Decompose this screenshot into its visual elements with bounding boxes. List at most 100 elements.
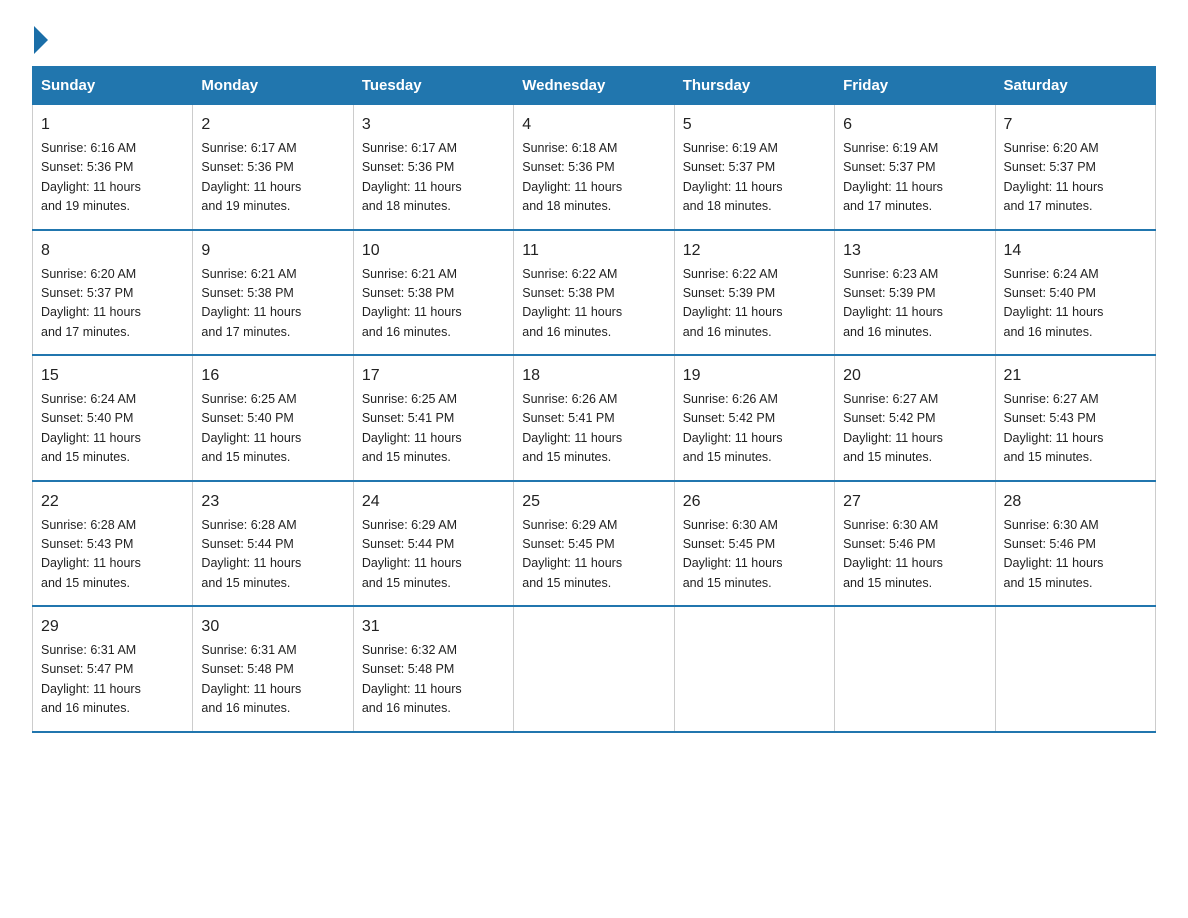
day-number: 2 [201, 113, 344, 137]
day-number: 27 [843, 490, 986, 514]
day-info: Sunrise: 6:22 AMSunset: 5:39 PMDaylight:… [683, 265, 826, 343]
day-info: Sunrise: 6:25 AMSunset: 5:40 PMDaylight:… [201, 390, 344, 468]
calendar-cell: 12Sunrise: 6:22 AMSunset: 5:39 PMDayligh… [674, 230, 834, 356]
calendar-cell: 6Sunrise: 6:19 AMSunset: 5:37 PMDaylight… [835, 105, 995, 230]
day-info: Sunrise: 6:27 AMSunset: 5:42 PMDaylight:… [843, 390, 986, 468]
day-info: Sunrise: 6:22 AMSunset: 5:38 PMDaylight:… [522, 265, 665, 343]
calendar-cell: 4Sunrise: 6:18 AMSunset: 5:36 PMDaylight… [514, 105, 674, 230]
day-info: Sunrise: 6:19 AMSunset: 5:37 PMDaylight:… [843, 139, 986, 217]
calendar-week-2: 8Sunrise: 6:20 AMSunset: 5:37 PMDaylight… [33, 230, 1156, 356]
calendar-cell: 16Sunrise: 6:25 AMSunset: 5:40 PMDayligh… [193, 355, 353, 481]
calendar-cell: 9Sunrise: 6:21 AMSunset: 5:38 PMDaylight… [193, 230, 353, 356]
day-number: 6 [843, 113, 986, 137]
header-cell-tuesday: Tuesday [353, 67, 513, 105]
calendar-body: 1Sunrise: 6:16 AMSunset: 5:36 PMDaylight… [33, 105, 1156, 732]
day-number: 17 [362, 364, 505, 388]
day-info: Sunrise: 6:30 AMSunset: 5:46 PMDaylight:… [843, 516, 986, 594]
day-number: 3 [362, 113, 505, 137]
day-number: 9 [201, 239, 344, 263]
day-info: Sunrise: 6:30 AMSunset: 5:45 PMDaylight:… [683, 516, 826, 594]
day-number: 18 [522, 364, 665, 388]
calendar-week-3: 15Sunrise: 6:24 AMSunset: 5:40 PMDayligh… [33, 355, 1156, 481]
logo-arrow-icon [34, 26, 48, 54]
calendar-cell: 8Sunrise: 6:20 AMSunset: 5:37 PMDaylight… [33, 230, 193, 356]
day-number: 8 [41, 239, 184, 263]
day-info: Sunrise: 6:32 AMSunset: 5:48 PMDaylight:… [362, 641, 505, 719]
calendar-cell [995, 606, 1155, 732]
day-number: 11 [522, 239, 665, 263]
calendar-cell: 27Sunrise: 6:30 AMSunset: 5:46 PMDayligh… [835, 481, 995, 607]
header-cell-saturday: Saturday [995, 67, 1155, 105]
calendar-cell [674, 606, 834, 732]
day-info: Sunrise: 6:24 AMSunset: 5:40 PMDaylight:… [41, 390, 184, 468]
day-info: Sunrise: 6:25 AMSunset: 5:41 PMDaylight:… [362, 390, 505, 468]
day-info: Sunrise: 6:26 AMSunset: 5:42 PMDaylight:… [683, 390, 826, 468]
day-info: Sunrise: 6:19 AMSunset: 5:37 PMDaylight:… [683, 139, 826, 217]
calendar-week-5: 29Sunrise: 6:31 AMSunset: 5:47 PMDayligh… [33, 606, 1156, 732]
calendar-cell: 19Sunrise: 6:26 AMSunset: 5:42 PMDayligh… [674, 355, 834, 481]
calendar-week-4: 22Sunrise: 6:28 AMSunset: 5:43 PMDayligh… [33, 481, 1156, 607]
calendar-cell: 5Sunrise: 6:19 AMSunset: 5:37 PMDaylight… [674, 105, 834, 230]
calendar-cell: 29Sunrise: 6:31 AMSunset: 5:47 PMDayligh… [33, 606, 193, 732]
calendar-cell: 26Sunrise: 6:30 AMSunset: 5:45 PMDayligh… [674, 481, 834, 607]
day-info: Sunrise: 6:29 AMSunset: 5:44 PMDaylight:… [362, 516, 505, 594]
header-cell-thursday: Thursday [674, 67, 834, 105]
day-number: 19 [683, 364, 826, 388]
day-info: Sunrise: 6:20 AMSunset: 5:37 PMDaylight:… [41, 265, 184, 343]
calendar-cell: 28Sunrise: 6:30 AMSunset: 5:46 PMDayligh… [995, 481, 1155, 607]
logo [32, 24, 48, 48]
header-cell-friday: Friday [835, 67, 995, 105]
day-info: Sunrise: 6:26 AMSunset: 5:41 PMDaylight:… [522, 390, 665, 468]
calendar-cell: 11Sunrise: 6:22 AMSunset: 5:38 PMDayligh… [514, 230, 674, 356]
day-number: 30 [201, 615, 344, 639]
day-info: Sunrise: 6:31 AMSunset: 5:48 PMDaylight:… [201, 641, 344, 719]
calendar-cell: 30Sunrise: 6:31 AMSunset: 5:48 PMDayligh… [193, 606, 353, 732]
day-number: 26 [683, 490, 826, 514]
calendar-cell: 31Sunrise: 6:32 AMSunset: 5:48 PMDayligh… [353, 606, 513, 732]
calendar-cell: 20Sunrise: 6:27 AMSunset: 5:42 PMDayligh… [835, 355, 995, 481]
calendar-cell: 13Sunrise: 6:23 AMSunset: 5:39 PMDayligh… [835, 230, 995, 356]
day-info: Sunrise: 6:31 AMSunset: 5:47 PMDaylight:… [41, 641, 184, 719]
day-number: 22 [41, 490, 184, 514]
calendar-cell: 25Sunrise: 6:29 AMSunset: 5:45 PMDayligh… [514, 481, 674, 607]
calendar-cell [514, 606, 674, 732]
day-info: Sunrise: 6:21 AMSunset: 5:38 PMDaylight:… [201, 265, 344, 343]
calendar-cell: 10Sunrise: 6:21 AMSunset: 5:38 PMDayligh… [353, 230, 513, 356]
day-number: 15 [41, 364, 184, 388]
calendar-week-1: 1Sunrise: 6:16 AMSunset: 5:36 PMDaylight… [33, 105, 1156, 230]
calendar-cell: 24Sunrise: 6:29 AMSunset: 5:44 PMDayligh… [353, 481, 513, 607]
day-info: Sunrise: 6:29 AMSunset: 5:45 PMDaylight:… [522, 516, 665, 594]
day-info: Sunrise: 6:16 AMSunset: 5:36 PMDaylight:… [41, 139, 184, 217]
day-info: Sunrise: 6:21 AMSunset: 5:38 PMDaylight:… [362, 265, 505, 343]
day-number: 28 [1004, 490, 1147, 514]
day-number: 20 [843, 364, 986, 388]
day-number: 24 [362, 490, 505, 514]
calendar-cell: 15Sunrise: 6:24 AMSunset: 5:40 PMDayligh… [33, 355, 193, 481]
day-info: Sunrise: 6:28 AMSunset: 5:44 PMDaylight:… [201, 516, 344, 594]
day-number: 4 [522, 113, 665, 137]
day-number: 5 [683, 113, 826, 137]
day-number: 12 [683, 239, 826, 263]
calendar-cell: 7Sunrise: 6:20 AMSunset: 5:37 PMDaylight… [995, 105, 1155, 230]
calendar-cell: 2Sunrise: 6:17 AMSunset: 5:36 PMDaylight… [193, 105, 353, 230]
day-info: Sunrise: 6:30 AMSunset: 5:46 PMDaylight:… [1004, 516, 1147, 594]
day-number: 23 [201, 490, 344, 514]
calendar-cell: 18Sunrise: 6:26 AMSunset: 5:41 PMDayligh… [514, 355, 674, 481]
header-cell-sunday: Sunday [33, 67, 193, 105]
calendar-cell: 14Sunrise: 6:24 AMSunset: 5:40 PMDayligh… [995, 230, 1155, 356]
day-info: Sunrise: 6:28 AMSunset: 5:43 PMDaylight:… [41, 516, 184, 594]
calendar-cell [835, 606, 995, 732]
calendar-cell: 21Sunrise: 6:27 AMSunset: 5:43 PMDayligh… [995, 355, 1155, 481]
header-cell-wednesday: Wednesday [514, 67, 674, 105]
day-info: Sunrise: 6:23 AMSunset: 5:39 PMDaylight:… [843, 265, 986, 343]
day-number: 10 [362, 239, 505, 263]
day-number: 25 [522, 490, 665, 514]
calendar-cell: 17Sunrise: 6:25 AMSunset: 5:41 PMDayligh… [353, 355, 513, 481]
day-info: Sunrise: 6:18 AMSunset: 5:36 PMDaylight:… [522, 139, 665, 217]
day-info: Sunrise: 6:27 AMSunset: 5:43 PMDaylight:… [1004, 390, 1147, 468]
day-number: 21 [1004, 364, 1147, 388]
calendar-header: SundayMondayTuesdayWednesdayThursdayFrid… [33, 67, 1156, 105]
day-info: Sunrise: 6:24 AMSunset: 5:40 PMDaylight:… [1004, 265, 1147, 343]
calendar-cell: 22Sunrise: 6:28 AMSunset: 5:43 PMDayligh… [33, 481, 193, 607]
header-cell-monday: Monday [193, 67, 353, 105]
